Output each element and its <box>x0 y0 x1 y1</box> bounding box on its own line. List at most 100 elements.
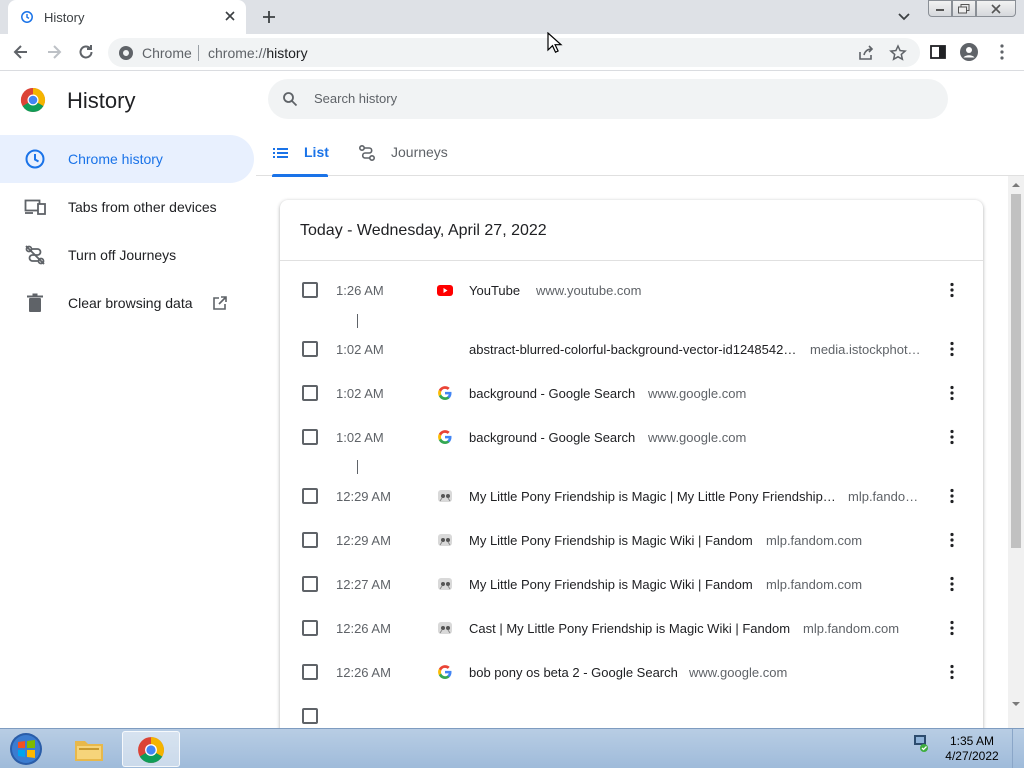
chrome-logo-icon <box>20 88 46 113</box>
entry-title[interactable]: background - Google Search <box>469 430 635 445</box>
address-bar[interactable]: Chrome chrome://history <box>108 38 920 67</box>
more-actions-icon[interactable] <box>943 281 961 299</box>
scrollbar-thumb[interactable] <box>1011 194 1021 548</box>
tab-journeys[interactable]: Journeys <box>358 132 458 176</box>
window-close-button[interactable] <box>976 0 1016 17</box>
windows-start-icon[interactable] <box>6 731 46 767</box>
show-desktop-button[interactable] <box>1012 729 1024 768</box>
taskbar-explorer-button[interactable] <box>60 731 118 767</box>
network-tray-icon[interactable] <box>910 733 930 753</box>
back-arrow-icon[interactable] <box>11 42 31 62</box>
entry-checkbox[interactable] <box>302 488 318 504</box>
close-icon <box>991 3 1001 14</box>
side-panel-icon[interactable] <box>928 42 948 62</box>
new-tab-icon[interactable] <box>260 8 278 26</box>
more-actions-icon[interactable] <box>943 575 961 593</box>
browser-toolbar: Chrome chrome://history <box>0 34 1024 71</box>
entry-checkbox[interactable] <box>302 341 318 357</box>
history-tabs: List Journeys <box>256 132 1024 177</box>
entry-domain: media.istockphot… <box>810 342 921 357</box>
entry-title[interactable]: bob pony os beta 2 - Google Search <box>469 665 678 680</box>
sidebar-item-clear-browsing-data[interactable]: Clear browsing data <box>0 279 256 327</box>
entry-domain: mlp.fandom.com <box>803 621 900 636</box>
entry-title[interactable]: background - Google Search <box>469 386 635 401</box>
more-actions-icon[interactable] <box>943 428 961 446</box>
browser-tab-history[interactable]: History <box>8 0 246 34</box>
entry-domain: www.google.com <box>648 386 747 401</box>
bookmark-star-icon[interactable] <box>889 44 907 62</box>
omnibox-origin: Chrome <box>142 45 192 61</box>
taskbar-chrome-button[interactable] <box>122 731 180 767</box>
history-entry[interactable]: 12:26 AM bob pony os beta 2 - Google Sea… <box>280 650 983 694</box>
history-entry[interactable]: 12:29 AM My Little Pony Friendship is Ma… <box>280 474 983 518</box>
entry-title[interactable]: My Little Pony Friendship is Magic Wiki … <box>469 533 753 548</box>
entry-checkbox[interactable] <box>302 620 318 636</box>
chevron-down-icon[interactable] <box>896 10 912 24</box>
more-actions-icon[interactable] <box>943 384 961 402</box>
entry-title[interactable]: My Little Pony Friendship is Magic | My … <box>469 489 836 504</box>
tab-list[interactable]: List <box>272 132 329 177</box>
entry-title[interactable]: abstract-blurred-colorful-background-vec… <box>469 342 796 357</box>
entry-checkbox[interactable] <box>302 664 318 680</box>
close-tab-icon[interactable] <box>222 8 238 24</box>
more-actions-icon[interactable] <box>943 619 961 637</box>
scroll-down-icon[interactable] <box>1010 699 1022 709</box>
entry-time: 12:26 AM <box>336 665 391 680</box>
journeys-icon <box>358 144 376 162</box>
fandom-icon <box>438 578 452 590</box>
more-actions-icon[interactable] <box>943 531 961 549</box>
youtube-icon <box>437 285 453 296</box>
history-entry[interactable]: 12:26 AM Cast | My Little Pony Friendshi… <box>280 606 983 650</box>
chrome-taskbar-icon <box>138 737 164 763</box>
omnibox-url: chrome://history <box>208 45 308 61</box>
trash-icon <box>27 293 43 312</box>
more-actions-icon[interactable] <box>943 487 961 505</box>
entry-checkbox[interactable] <box>302 576 318 592</box>
search-history-input[interactable]: Search history <box>268 79 948 119</box>
history-card: Today - Wednesday, April 27, 2022 1:26 A… <box>280 200 983 728</box>
time-gap-line <box>357 314 358 328</box>
window-minimize-button[interactable] <box>928 0 952 17</box>
clock-date: 4/27/2022 <box>945 749 999 763</box>
entry-time: 1:26 AM <box>336 283 384 298</box>
folder-icon <box>75 741 103 761</box>
sidebar-item-tabs-from-other-devices[interactable]: Tabs from other devices <box>0 183 256 231</box>
kebab-menu-icon[interactable] <box>992 42 1012 62</box>
fandom-icon <box>438 490 452 502</box>
share-icon[interactable] <box>857 44 875 62</box>
taskbar-clock[interactable]: 1:35 AM 4/27/2022 <box>940 734 1004 764</box>
more-actions-icon[interactable] <box>943 340 961 358</box>
entry-checkbox[interactable] <box>302 385 318 401</box>
sidebar-item-chrome-history[interactable]: Chrome history <box>0 135 254 183</box>
date-header: Today - Wednesday, April 27, 2022 <box>300 222 547 239</box>
reload-icon[interactable] <box>76 42 96 62</box>
entry-title[interactable]: YouTube <box>469 283 520 298</box>
tab-title: History <box>44 10 85 25</box>
scroll-up-icon[interactable] <box>1010 180 1022 190</box>
history-entry[interactable]: 12:27 AM My Little Pony Friendship is Ma… <box>280 562 983 606</box>
history-entry[interactable]: 12:29 AM My Little Pony Friendship is Ma… <box>280 518 983 562</box>
more-actions-icon[interactable] <box>943 663 961 681</box>
entry-checkbox[interactable] <box>302 429 318 445</box>
profile-avatar-icon[interactable] <box>959 42 979 62</box>
entry-title[interactable]: Cast | My Little Pony Friendship is Magi… <box>469 621 790 636</box>
history-entry[interactable]: 1:26 AM YouTube www.youtube.com <box>280 268 983 312</box>
entry-domain: www.youtube.com <box>536 283 642 298</box>
entry-checkbox[interactable] <box>302 532 318 548</box>
history-entry[interactable]: 1:02 AM background - Google Search www.g… <box>280 371 983 415</box>
history-entry[interactable]: 1:02 AM background - Google Search www.g… <box>280 415 983 459</box>
entry-checkbox[interactable] <box>302 282 318 298</box>
url-path: history <box>266 45 308 61</box>
entry-title[interactable]: My Little Pony Friendship is Magic Wiki … <box>469 577 753 592</box>
forward-arrow-icon[interactable] <box>44 42 64 62</box>
entry-checkbox[interactable] <box>302 708 318 724</box>
google-icon <box>438 430 452 444</box>
history-entry[interactable]: 1:02 AM abstract-blurred-colorful-backgr… <box>280 327 983 371</box>
taskbar: 1:35 AM 4/27/2022 <box>0 728 1024 768</box>
window-restore-button[interactable] <box>952 0 976 17</box>
omnibox-separator <box>198 45 199 61</box>
time-gap-line <box>357 460 358 474</box>
sidebar-item-turn-off-journeys[interactable]: Turn off Journeys <box>0 231 256 279</box>
entry-time: 12:27 AM <box>336 577 391 592</box>
history-entry-partial[interactable] <box>280 694 983 728</box>
